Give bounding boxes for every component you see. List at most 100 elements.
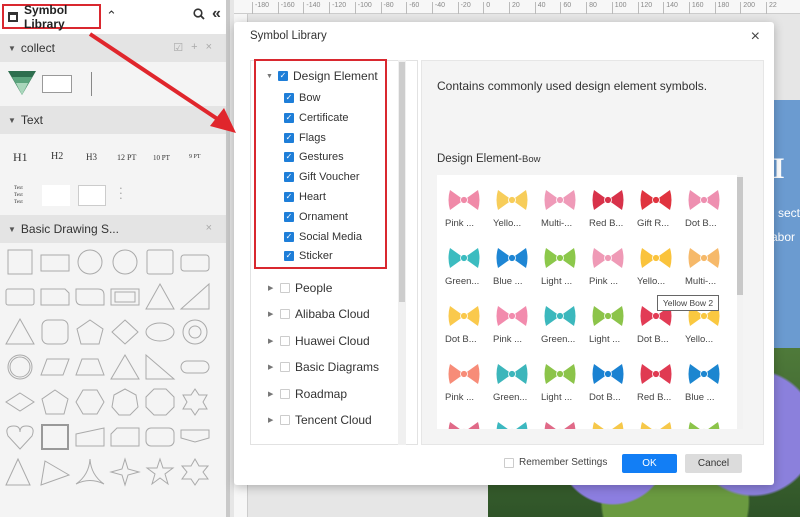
basic-shape[interactable]: [145, 282, 175, 310]
tree-item-collapsed[interactable]: ▶ Tencent Cloud: [268, 413, 372, 427]
basic-shape[interactable]: [41, 389, 69, 415]
h3-symbol[interactable]: H3: [86, 152, 97, 162]
basic-shape[interactable]: [179, 282, 210, 310]
tree-checkbox[interactable]: ✓: [284, 211, 294, 222]
basic-shape[interactable]: [40, 460, 71, 486]
ok-button[interactable]: OK: [622, 454, 677, 473]
basic-shape[interactable]: [111, 388, 139, 416]
tree-checkbox[interactable]: ✓: [284, 93, 294, 103]
close-icon[interactable]: ×: [751, 28, 760, 46]
tree-item-child[interactable]: ✓ Bow: [284, 92, 320, 104]
grid-scrollbar[interactable]: [737, 175, 743, 429]
basic-shape[interactable]: [5, 288, 35, 306]
basic-shape[interactable]: [76, 319, 104, 345]
bow-symbol[interactable]: Green...: [491, 353, 541, 411]
chevron-up-icon[interactable]: ⌃: [106, 8, 117, 24]
tree-checkbox[interactable]: [280, 309, 290, 320]
tree-item-child[interactable]: ✓ Flags: [284, 132, 326, 144]
basic-shape[interactable]: [7, 249, 33, 275]
search-icon[interactable]: [193, 8, 205, 20]
basic-shape[interactable]: [75, 389, 105, 415]
basic-shape[interactable]: [75, 458, 105, 485]
bow-symbol[interactable]: Blue ...: [683, 353, 733, 411]
basic-shape[interactable]: [112, 249, 138, 275]
bow-symbol[interactable]: Green...: [539, 295, 589, 353]
12pt-symbol[interactable]: 12 PT: [117, 153, 136, 162]
bow-symbol[interactable]: Dot B...: [683, 179, 733, 237]
tree-checkbox[interactable]: ✓: [284, 251, 294, 262]
line-symbol[interactable]: [91, 72, 92, 96]
basic-shape[interactable]: [75, 288, 105, 306]
bow-symbol[interactable]: Yello...: [635, 237, 685, 295]
bow-symbol[interactable]: Red B...: [635, 353, 685, 411]
text-box-symbol[interactable]: [42, 185, 70, 206]
section-collect-header[interactable]: ▼ collect ☑ + ×: [0, 34, 226, 62]
text-frame-symbol[interactable]: [78, 185, 106, 206]
bow-symbol[interactable]: Multi-...: [683, 237, 733, 295]
bow-symbol[interactable]: [443, 411, 493, 429]
rectangle-symbol[interactable]: [42, 75, 72, 93]
section-text-header[interactable]: ▼ Text: [0, 106, 226, 134]
basic-shape[interactable]: [182, 388, 208, 416]
basic-shape[interactable]: [145, 427, 175, 447]
bow-symbol[interactable]: Pink ...: [443, 179, 493, 237]
tree-checkbox[interactable]: ✓: [284, 152, 294, 163]
grid-scrollbar-thumb[interactable]: [737, 177, 743, 295]
tree-scrollbar-thumb[interactable]: [399, 62, 405, 302]
basic-shape[interactable]: [145, 353, 176, 380]
caret-down-icon[interactable]: ▼: [266, 73, 278, 80]
caret-right-icon[interactable]: ▶: [268, 363, 280, 371]
bow-symbol[interactable]: [539, 411, 589, 429]
basic-shape[interactable]: [41, 319, 69, 345]
basic-shape[interactable]: [40, 288, 70, 306]
close-icon[interactable]: ×: [206, 41, 212, 54]
basic-shape[interactable]: [75, 427, 105, 447]
bow-symbol[interactable]: [491, 411, 541, 429]
tree-item-collapsed[interactable]: ▶ Roadmap: [268, 387, 347, 401]
basic-shape[interactable]: [180, 254, 210, 272]
tree-checkbox[interactable]: [280, 335, 290, 346]
bow-symbol[interactable]: [587, 411, 637, 429]
text-block-symbol[interactable]: Text Text Text: [14, 185, 23, 206]
basic-shape[interactable]: [180, 360, 210, 374]
basic-shape[interactable]: [110, 288, 140, 306]
bow-symbol[interactable]: Pink ...: [491, 295, 541, 353]
basic-shape[interactable]: [6, 425, 34, 450]
basic-shape[interactable]: [180, 429, 210, 443]
tree-checkbox[interactable]: ✓: [284, 192, 294, 202]
caret-right-icon[interactable]: ▶: [268, 416, 280, 424]
bow-symbol[interactable]: Multi-...: [539, 179, 589, 237]
tree-item-child[interactable]: ✓ Social Media: [284, 231, 362, 243]
tree-checkbox[interactable]: [280, 362, 290, 373]
basic-shape[interactable]: [145, 388, 175, 416]
caret-right-icon[interactable]: ▶: [268, 337, 280, 345]
basic-shape[interactable]: [146, 249, 174, 275]
tree-checkbox[interactable]: ✓: [284, 132, 294, 143]
bow-symbol[interactable]: Pink ...: [443, 353, 493, 411]
basic-shape[interactable]: [5, 457, 31, 486]
tree-checkbox[interactable]: ✓: [284, 172, 294, 183]
bow-symbol[interactable]: [635, 411, 685, 429]
tree-item-design-element[interactable]: ▼ ✓ Design Element: [266, 69, 378, 83]
10pt-symbol[interactable]: 10 PT: [153, 154, 170, 162]
caret-right-icon[interactable]: ▶: [268, 310, 280, 318]
bow-symbol[interactable]: Light ...: [539, 353, 589, 411]
h1-symbol[interactable]: H1: [13, 150, 28, 165]
bow-symbol[interactable]: Light ...: [539, 237, 589, 295]
tree-checkbox[interactable]: ✓: [284, 112, 294, 123]
basic-shape[interactable]: [41, 424, 69, 450]
bow-symbol[interactable]: Pink ...: [587, 237, 637, 295]
tree-item-child[interactable]: ✓ Gestures: [284, 151, 344, 163]
basic-shape[interactable]: [7, 354, 33, 380]
symbol-library-title-button[interactable]: Symbol Library: [2, 3, 101, 31]
plus-icon[interactable]: +: [191, 41, 197, 54]
tree-checkbox[interactable]: [280, 388, 290, 399]
cancel-button[interactable]: Cancel: [685, 454, 742, 473]
tree-item-child[interactable]: ✓ Gift Voucher: [284, 171, 360, 183]
bow-symbol[interactable]: [683, 411, 733, 429]
bow-symbol[interactable]: Light ...: [587, 295, 637, 353]
basic-shape[interactable]: [40, 358, 70, 376]
bow-symbol[interactable]: Dot B...: [587, 353, 637, 411]
tree-item-child[interactable]: ✓ Ornament: [284, 211, 348, 223]
tree-checkbox[interactable]: ✓: [278, 71, 288, 81]
